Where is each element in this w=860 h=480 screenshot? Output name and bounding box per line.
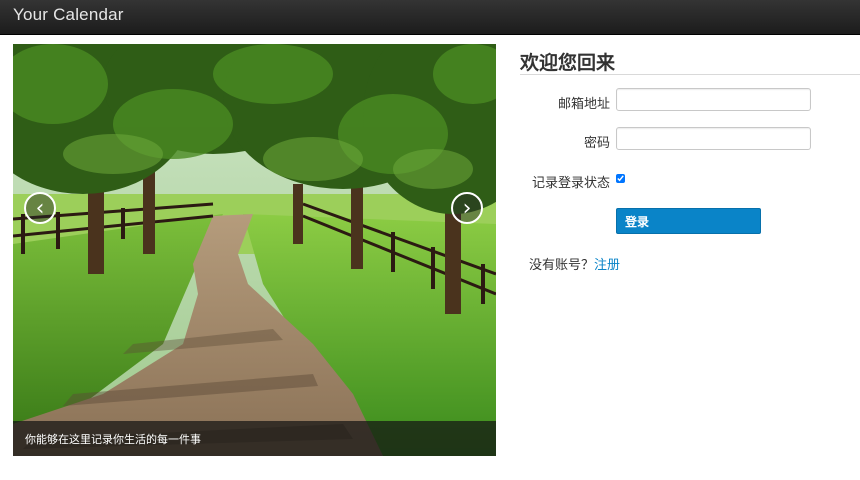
carousel-caption: 你能够在这里记录你生活的每一件事 [13, 421, 496, 456]
country-road-photo [13, 44, 496, 456]
no-account-text: 没有账号？ [529, 258, 595, 273]
register-link[interactable]: 注册 [594, 258, 620, 273]
carousel-next-button[interactable]: › [451, 192, 483, 224]
carousel-prev-button[interactable]: ‹ [24, 192, 56, 224]
top-navbar: Your Calendar [0, 0, 860, 35]
email-label: 邮箱地址 [557, 97, 610, 112]
password-field[interactable] [616, 127, 811, 150]
remember-checkbox[interactable] [616, 174, 625, 183]
remember-label: 记录登录状态 [531, 176, 610, 191]
register-line: 没有账号？注册 [529, 254, 620, 273]
photo-carousel[interactable]: ‹ › 你能够在这里记录你生活的每一件事 [13, 44, 496, 456]
password-label: 密码 [583, 136, 610, 151]
email-field[interactable] [616, 88, 811, 111]
carousel-caption-text: 你能够在这里记录你生活的每一件事 [25, 433, 201, 446]
login-button[interactable]: 登录 [616, 208, 761, 234]
login-legend: 欢迎您回来 [520, 48, 860, 75]
brand-link[interactable]: Your Calendar [13, 5, 124, 25]
